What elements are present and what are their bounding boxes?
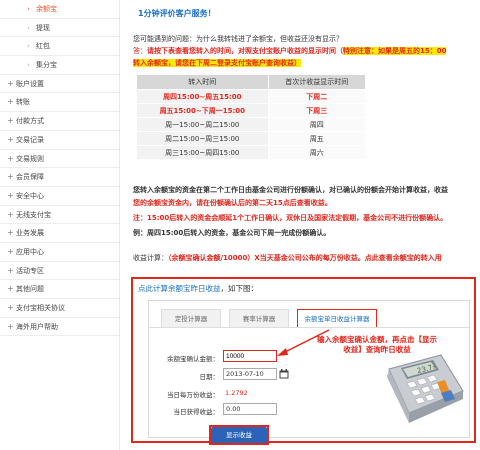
plus-icon: + (7, 265, 14, 275)
tab-yuebao-daily[interactable]: 余额宝单日收益计算器 (297, 309, 377, 327)
bullet-icon: › (27, 61, 30, 70)
plus-icon: + (7, 78, 14, 88)
calc-head-suffix: ，如下图： (220, 284, 259, 293)
calculator-panel: 定投计算器 赛率计算器 余额宝单日收益计算器 余额宝确认金额： 日期： 2013… (148, 300, 470, 438)
plus-icon: + (7, 321, 14, 331)
amount-label: 余额宝确认金额： (167, 355, 219, 363)
amount-input[interactable] (223, 350, 277, 362)
earn-output: 0.00 (223, 403, 277, 415)
plus-icon: + (7, 209, 14, 219)
col-header-in: 转入时间 (136, 74, 269, 90)
tab-rate-calc[interactable]: 赛率计算器 (229, 309, 289, 327)
plus-icon: + (7, 97, 14, 107)
answer-line-2: 转入余额宝，请您在下周二登录支付宝账户查询收益） (133, 58, 301, 68)
plus-icon: + (7, 172, 14, 182)
paragraph-2: 您的余额宝资金内，请在份额确认后的第二天15点后查看收益。 (133, 199, 332, 207)
sidebar-item-business[interactable]: + 业务发展 (0, 224, 119, 243)
plus-icon: + (7, 190, 14, 200)
cell-show: 周六 (267, 145, 367, 160)
bullet-icon: › (27, 42, 30, 51)
sidebar-item-records[interactable]: + 交易记录 (0, 131, 119, 150)
paragraph-example: 例：周四15:00后转入的资金，基金公司下周一完成份额确认。 (133, 229, 331, 237)
answer-highlight: 特别注意：如果是周五的15：00 (343, 47, 447, 55)
bullet-icon: › (27, 23, 30, 32)
answer-line-1: 答：请按下表查看您转入的时间，对照支付宝账户收益的显示时间（特别注意：如果是周五… (133, 46, 447, 56)
sidebar-item-yuebao[interactable]: › 余额宝 (0, 0, 119, 19)
plus-icon: + (7, 134, 14, 144)
paragraph-1: 您转入余额宝的资金在第二个工作日由基金公司进行份额确认，对已确认的份额会开始计算… (133, 186, 448, 194)
plus-icon: + (7, 284, 14, 294)
bullet-icon: › (27, 5, 30, 13)
calc-link[interactable]: 点此计算余额宝昨日收益 (138, 284, 221, 293)
sidebar-item-overseas[interactable]: + 海外用户帮助 (0, 318, 119, 337)
plus-icon: + (7, 116, 14, 126)
calculator-box: 点此计算余额宝昨日收益，如下图： 定投计算器 赛率计算器 余额宝单日收益计算器 … (131, 277, 476, 445)
timing-table: 转入时间 首次计收益显示时间 周四15:00~周五15:00 下周二 周五15:0… (136, 74, 367, 160)
per10k-value: 1.2792 (225, 389, 248, 397)
cell-in: 周五15:00~下周一15:00 (136, 103, 269, 118)
show-button-highlight: 显示收益 (209, 425, 269, 445)
table-row: 周二15:00~周三15:00 周五 (136, 131, 367, 146)
sidebar-item-other[interactable]: + 其他问题 (0, 280, 119, 299)
cell-in: 周三15:00~周四15:00 (136, 145, 269, 160)
paragraph-note: 注：15:00后转入的资金会顺延1个工作日确认，双休日及国家法定假期，基金公司不… (133, 214, 448, 222)
question-text: 您可能遇到的问题：为什么我转钱进了余额宝，但收益还没有显示？ (133, 35, 343, 43)
sidebar-item-redpacket[interactable]: › 红包 (0, 37, 119, 57)
calendar-icon[interactable] (279, 369, 289, 379)
calculator-illustration (387, 354, 464, 423)
sidebar-item-jifenbao[interactable]: › 集分宝 (0, 56, 119, 75)
table-row: 周四15:00~周五15:00 下周二 (136, 89, 367, 104)
table-row: 周五15:00~下周一15:00 下周三 (136, 103, 367, 118)
per10k-label: 当日每万份收益： (167, 391, 219, 399)
sidebar-item-withdraw[interactable]: › 提现 (0, 19, 119, 38)
plus-icon: + (7, 246, 14, 256)
sidebar-item-rules[interactable]: + 交易规则 (0, 150, 119, 169)
sidebar-item-security[interactable]: + 安全中心 (0, 187, 119, 206)
formula-line: 收益计算：（余额宝确认金额/10000）X当天基金公司公布的每万份收益。点此查看… (133, 253, 442, 263)
sidebar-item-apps[interactable]: + 应用中心 (0, 243, 119, 262)
cell-show: 下周二 (267, 89, 367, 104)
sidebar-item-transfer[interactable]: + 转账 (0, 93, 119, 113)
answer-prefix: 答： (133, 47, 147, 55)
cell-show: 周四 (267, 117, 367, 132)
formula-prefix: 收益计算： (133, 254, 168, 262)
table-row: 周三15:00~周四15:00 周六 (136, 145, 367, 160)
help-page: › 余额宝 › 提现 › 红包 › 集分宝 + 账户设置 + 转账 + 付款方式 + 交易记录 … (0, 0, 480, 450)
plus-icon: + (7, 228, 14, 238)
plus-icon: + (7, 303, 14, 312)
formula-text[interactable]: （余额宝确认金额/10000）X当天基金公司公布的每万份收益。点此查看余额宝的转… (168, 254, 442, 262)
feedback-link[interactable]: 1分钟评价客户服务！ (138, 8, 216, 19)
earn-label: 当日获得收益： (173, 408, 220, 416)
date-label: 日期： (199, 373, 220, 381)
show-earnings-button[interactable]: 显示收益 (211, 427, 267, 443)
cell-in: 周二15:00~周三15:00 (136, 131, 269, 146)
sidebar-item-wireless[interactable]: + 无线支付宝 (0, 206, 119, 225)
sidebar-item-account-settings[interactable]: + 账户设置 (0, 75, 119, 94)
sidebar: › 余额宝 › 提现 › 红包 › 集分宝 + 账户设置 + 转账 + 付款方式 + 交易记录 … (0, 0, 120, 450)
cell-in: 周一15:00~周二15:00 (136, 117, 269, 132)
sidebar-item-agreements[interactable]: + 支付宝相关协议 (0, 299, 119, 318)
plus-icon: + (7, 153, 14, 163)
date-input[interactable]: 2013-07-10 (223, 368, 277, 380)
table-row: 周一15:00~周二15:00 周四 (136, 117, 367, 132)
sidebar-item-events[interactable]: + 活动专区 (0, 262, 119, 281)
answer-red: 请按下表查看您转入的时间，对照支付宝账户收益的显示时间（ (147, 47, 343, 55)
tab-fixed-investment[interactable]: 定投计算器 (161, 309, 221, 327)
sidebar-item-payment[interactable]: + 付款方式 (0, 112, 119, 131)
cell-show: 下周三 (267, 103, 367, 118)
answer-highlight-2: 转入余额宝，请您在下周二登录支付宝账户查询收益） (133, 59, 301, 67)
cell-show: 周五 (267, 131, 367, 146)
calc-heading: 点此计算余额宝昨日收益，如下图： (138, 283, 258, 294)
col-header-show: 首次计收益显示时间 (267, 74, 367, 90)
main-content: 1分钟评价客户服务！ 您可能遇到的问题：为什么我转钱进了余额宝，但收益还没有显示… (128, 0, 480, 450)
sidebar-item-protection[interactable]: + 会员保障 (0, 168, 119, 187)
cell-in: 周四15:00~周五15:00 (136, 89, 269, 104)
